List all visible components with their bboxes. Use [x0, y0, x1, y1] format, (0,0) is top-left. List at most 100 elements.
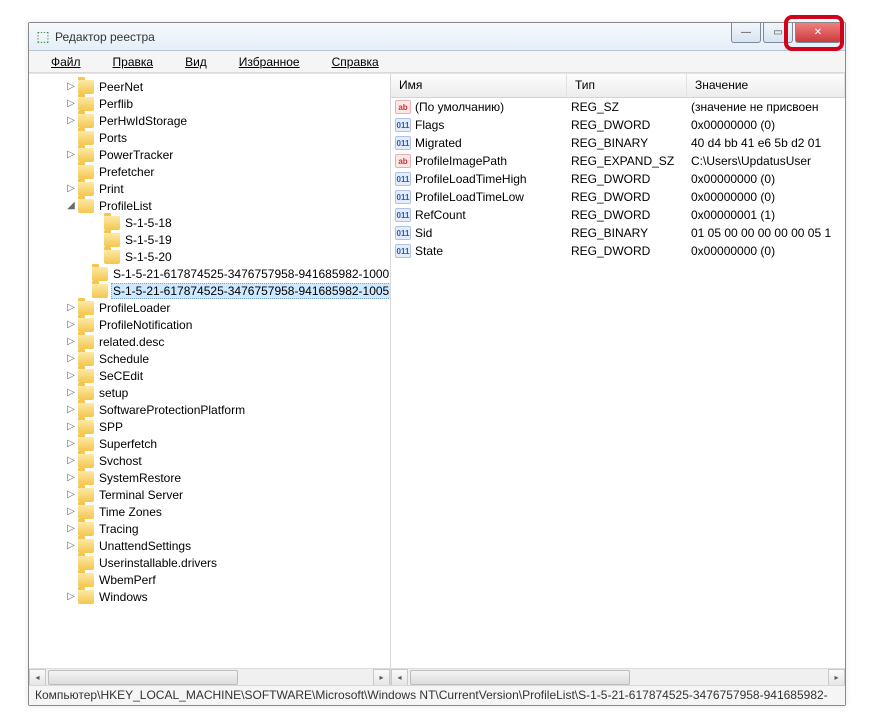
value-data: 0x00000001 (1) [691, 208, 845, 222]
scroll-right-icon[interactable]: ▸ [373, 669, 390, 686]
value-row[interactable]: 011ProfileLoadTimeLowREG_DWORD0x00000000… [391, 188, 845, 206]
tree-item-label: Ports [97, 131, 129, 145]
content-area: ▷PeerNet▷Perflib▷PerHwIdStorage Ports▷Pow… [29, 73, 845, 685]
expand-icon[interactable]: ▷ [65, 438, 77, 449]
tree-item-label: UnattendSettings [97, 539, 193, 553]
tree-item[interactable]: ▷SeCEdit [31, 367, 390, 384]
values-header[interactable]: Имя Тип Значение [391, 74, 845, 98]
tree-item[interactable]: WbemPerf [31, 571, 390, 588]
expand-icon[interactable]: ▷ [65, 387, 77, 398]
tree-item[interactable]: ◢ProfileList [31, 197, 390, 214]
tree-item[interactable]: ▷Terminal Server [31, 486, 390, 503]
tree-item[interactable]: Ports [31, 129, 390, 146]
value-type: REG_EXPAND_SZ [571, 154, 691, 168]
tree-item[interactable]: S-1-5-19 [31, 231, 390, 248]
tree-item[interactable]: Userinstallable.drivers [31, 554, 390, 571]
expand-icon[interactable]: ▷ [65, 455, 77, 466]
expand-icon[interactable]: ▷ [65, 336, 77, 347]
expand-icon[interactable]: ▷ [65, 404, 77, 415]
column-data[interactable]: Значение [687, 74, 845, 97]
values-horizontal-scrollbar[interactable]: ◂ ▸ [391, 668, 845, 685]
registry-tree[interactable]: ▷PeerNet▷Perflib▷PerHwIdStorage Ports▷Pow… [29, 74, 390, 668]
tree-item[interactable]: ▷setup [31, 384, 390, 401]
tree-item[interactable]: ▷ProfileLoader [31, 299, 390, 316]
expand-icon[interactable]: ▷ [65, 506, 77, 517]
menu-file[interactable]: Файл [35, 53, 97, 71]
expand-icon[interactable]: ▷ [65, 370, 77, 381]
scroll-left-icon[interactable]: ◂ [29, 669, 46, 686]
tree-item[interactable]: ▷ProfileNotification [31, 316, 390, 333]
value-name: (По умолчанию) [415, 100, 571, 114]
expand-icon[interactable]: ▷ [65, 183, 77, 194]
value-data: C:\Users\UpdatusUser [691, 154, 845, 168]
value-row[interactable]: 011ProfileLoadTimeHighREG_DWORD0x0000000… [391, 170, 845, 188]
tree-item[interactable]: ▷Time Zones [31, 503, 390, 520]
folder-icon [78, 80, 94, 94]
value-name: Migrated [415, 136, 571, 150]
value-name: Sid [415, 226, 571, 240]
tree-item[interactable]: ▷Perflib [31, 95, 390, 112]
scroll-left-icon[interactable]: ◂ [391, 669, 408, 686]
menu-favorites[interactable]: Избранное [223, 53, 316, 71]
value-row[interactable]: 011MigratedREG_BINARY40 d4 bb 41 e6 5b d… [391, 134, 845, 152]
expand-icon[interactable]: ▷ [65, 591, 77, 602]
tree-item[interactable]: ▷ UnattendSettings [31, 537, 390, 554]
expand-icon[interactable]: ▷ [65, 353, 77, 364]
tree-item[interactable]: ▷PowerTracker [31, 146, 390, 163]
scroll-right-icon[interactable]: ▸ [828, 669, 845, 686]
value-row[interactable]: 011RefCountREG_DWORD0x00000001 (1) [391, 206, 845, 224]
expand-icon[interactable]: ▷ [65, 540, 77, 551]
tree-item-label: Svchost [97, 454, 144, 468]
value-row[interactable]: abProfileImagePathREG_EXPAND_SZC:\Users\… [391, 152, 845, 170]
tree-item[interactable]: ▷PerHwIdStorage [31, 112, 390, 129]
expand-icon[interactable]: ▷ [65, 421, 77, 432]
folder-icon [78, 97, 94, 111]
value-row[interactable]: 011StateREG_DWORD0x00000000 (0) [391, 242, 845, 260]
value-row[interactable]: 011FlagsREG_DWORD0x00000000 (0) [391, 116, 845, 134]
tree-item[interactable]: ▷Print [31, 180, 390, 197]
tree-item[interactable]: S-1-5-21-617874525-3476757958-941685982-… [31, 282, 390, 299]
value-type: REG_SZ [571, 100, 691, 114]
maximize-button[interactable]: ▭ [763, 23, 793, 43]
value-type: REG_DWORD [571, 190, 691, 204]
tree-horizontal-scrollbar[interactable]: ◂ ▸ [29, 668, 390, 685]
tree-item[interactable]: ▷Schedule [31, 350, 390, 367]
tree-item[interactable]: S-1-5-20 [31, 248, 390, 265]
expand-icon[interactable]: ▷ [65, 302, 77, 313]
tree-item[interactable]: ▷PeerNet [31, 78, 390, 95]
tree-item[interactable]: S-1-5-21-617874525-3476757958-941685982-… [31, 265, 390, 282]
tree-item[interactable]: ▷related.desc [31, 333, 390, 350]
titlebar[interactable]: ⬚ Редактор реестра — ▭ ✕ [29, 23, 845, 51]
expand-icon[interactable]: ▷ [65, 98, 77, 109]
expand-icon[interactable]: ▷ [65, 523, 77, 534]
tree-item[interactable]: ▷SPP [31, 418, 390, 435]
expand-icon[interactable]: ▷ [65, 319, 77, 330]
value-type: REG_BINARY [571, 136, 691, 150]
minimize-button[interactable]: — [731, 23, 761, 43]
expand-icon[interactable]: ▷ [65, 472, 77, 483]
value-row[interactable]: 011SidREG_BINARY01 05 00 00 00 00 00 05 … [391, 224, 845, 242]
tree-item[interactable]: ▷ Svchost [31, 452, 390, 469]
tree-item[interactable]: ▷SoftwareProtectionPlatform [31, 401, 390, 418]
tree-item-label: Windows [97, 590, 150, 604]
value-row[interactable]: ab(По умолчанию)REG_SZ(значение не присв… [391, 98, 845, 116]
tree-item[interactable]: ▷ Windows [31, 588, 390, 605]
column-name[interactable]: Имя [391, 74, 567, 97]
values-list[interactable]: ab(По умолчанию)REG_SZ(значение не присв… [391, 98, 845, 668]
expand-icon[interactable]: ▷ [65, 81, 77, 92]
expand-icon[interactable]: ▷ [65, 149, 77, 160]
expand-icon[interactable]: ▷ [65, 489, 77, 500]
tree-item-label: Prefetcher [97, 165, 156, 179]
menu-help[interactable]: Справка [316, 53, 395, 71]
collapse-icon[interactable]: ◢ [65, 200, 77, 211]
expand-icon[interactable]: ▷ [65, 115, 77, 126]
tree-item[interactable]: ▷Superfetch [31, 435, 390, 452]
menu-edit[interactable]: Правка [97, 53, 170, 71]
tree-item[interactable]: ▷SystemRestore [31, 469, 390, 486]
column-type[interactable]: Тип [567, 74, 687, 97]
tree-item[interactable]: S-1-5-18 [31, 214, 390, 231]
close-button[interactable]: ✕ [795, 23, 841, 43]
tree-item[interactable]: Prefetcher [31, 163, 390, 180]
menu-view[interactable]: Вид [169, 53, 223, 71]
tree-item[interactable]: ▷Tracing [31, 520, 390, 537]
